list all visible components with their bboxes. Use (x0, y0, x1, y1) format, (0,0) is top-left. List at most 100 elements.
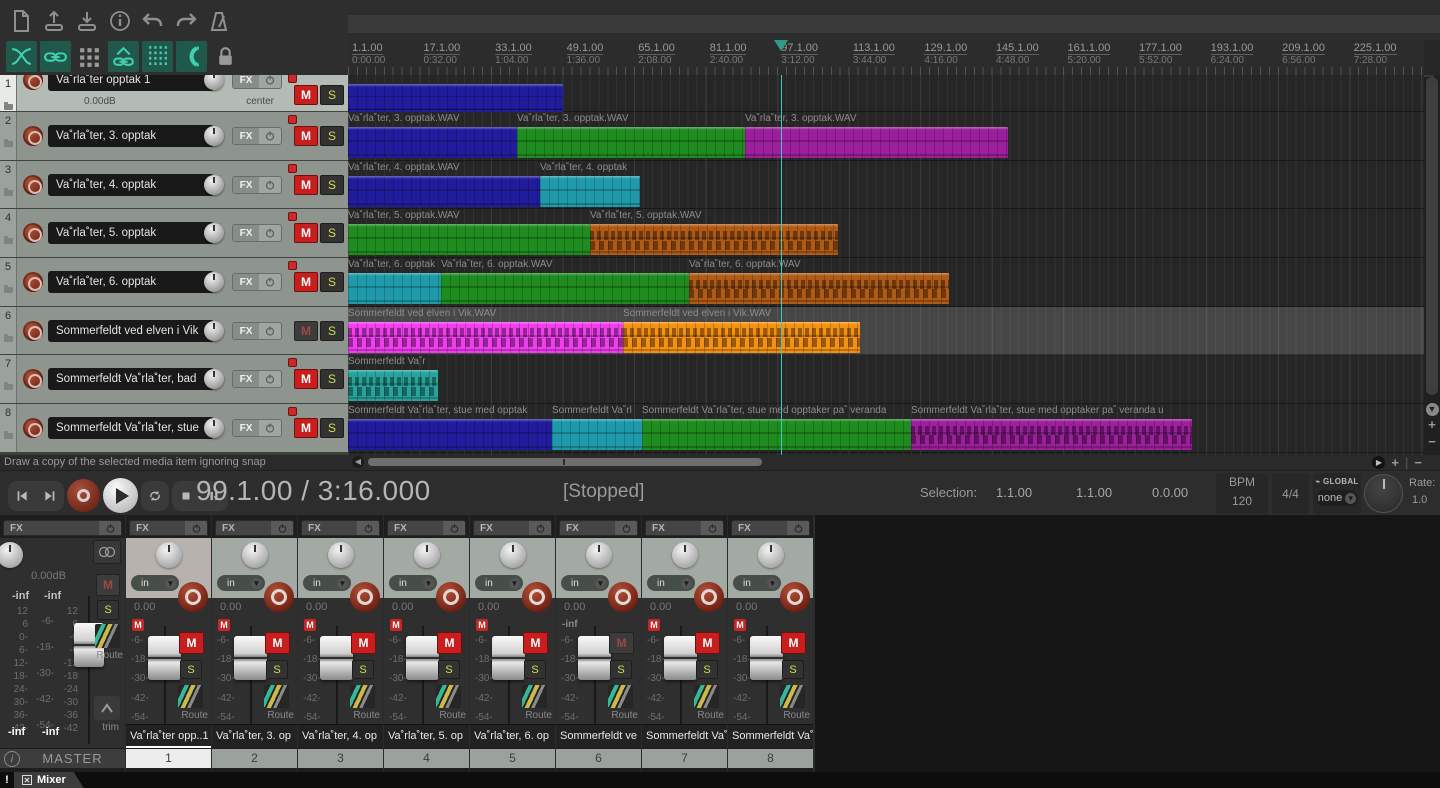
channel-volume-readout[interactable]: 0.00 (650, 601, 671, 613)
save-project-button[interactable] (72, 6, 102, 36)
channel-number[interactable]: 2 (212, 748, 297, 768)
open-project-button[interactable] (39, 6, 69, 36)
channel-fx-bar[interactable]: FX (129, 520, 208, 536)
selection-length-value[interactable]: 0.0.00 (1152, 485, 1188, 500)
channel-number[interactable]: 7 (642, 748, 727, 768)
channel-fx-bar[interactable]: FX (645, 520, 724, 536)
channel-fader-handle[interactable] (406, 636, 439, 680)
channel-mute-button[interactable]: M (265, 632, 290, 654)
channel-mute-button[interactable]: M (781, 632, 806, 654)
media-item[interactable] (348, 370, 438, 401)
channel-volume-readout[interactable]: 0.00 (564, 601, 585, 613)
channel-pan-knob[interactable] (500, 542, 526, 568)
channel-pan-knob[interactable] (156, 542, 182, 568)
track-fx-button[interactable]: FX (233, 75, 259, 88)
channel-record-arm-button[interactable] (522, 582, 552, 612)
track-fx-button[interactable]: FX (233, 128, 259, 144)
track-number-column[interactable]: 5 (0, 258, 17, 306)
selection-start-value[interactable]: 1.1.00 (996, 485, 1032, 500)
mixer-channel-strip[interactable]: FX in▼ 0.00 M -6--18--30--42--54- M S Ro… (642, 515, 727, 772)
track-number-column[interactable]: 3 (0, 161, 17, 209)
channel-fader-handle[interactable] (664, 636, 697, 680)
track-number-column[interactable]: 8 (0, 404, 17, 452)
track-mute-button[interactable]: M (294, 126, 318, 146)
zoom-menu-icon[interactable]: ▶ (1372, 456, 1385, 469)
arrange-view[interactable]: Va˚rla˚ter, 3. opptak.WAVVa˚rla˚ter, 3. … (348, 75, 1424, 455)
track-solo-button[interactable]: S (320, 272, 344, 292)
master-volume-readout[interactable]: 0.00dB (0, 570, 97, 582)
channel-route-icon[interactable] (178, 685, 203, 708)
track-row[interactable]: 1 Va˚rla˚ter opptak 1 FX M S 0.00dB cent… (0, 75, 348, 112)
fx-power-icon[interactable] (259, 225, 281, 241)
channel-number[interactable]: 3 (298, 748, 383, 768)
channel-number[interactable]: 1 (126, 748, 211, 768)
track-mute-button[interactable]: M (294, 418, 318, 438)
channel-mute-button[interactable]: M (523, 632, 548, 654)
top-scrollbar-track[interactable] (348, 15, 1440, 33)
track-mute-button[interactable]: M (294, 175, 318, 195)
channel-name[interactable]: Sommerfeldt Va˚ (642, 724, 727, 748)
mixer-channel-strip[interactable]: FX in▼ 0.00 M -6--18--30--42--54- M S Ro… (212, 515, 297, 772)
global-automation-control[interactable]: ⌁ GLOBAL none▼ (1313, 473, 1361, 514)
fx-power-icon[interactable] (615, 521, 637, 535)
item-grouping-button[interactable] (40, 41, 71, 72)
track-volume-knob[interactable] (204, 175, 224, 195)
folder-icon[interactable] (4, 384, 13, 390)
track-name[interactable]: Va˚rla˚ter, 6. opptak (48, 271, 214, 293)
master-label-row[interactable]: i MASTER (0, 748, 125, 768)
channel-number[interactable]: 5 (470, 748, 555, 768)
record-arm-button[interactable] (23, 369, 43, 389)
track-fx-button[interactable]: FX (233, 420, 259, 436)
fx-power-icon[interactable] (271, 521, 293, 535)
go-to-start-button[interactable] (8, 481, 36, 511)
record-button[interactable] (67, 479, 100, 512)
folder-icon[interactable] (4, 238, 13, 244)
playrate-value[interactable]: 1.0 (1412, 494, 1427, 506)
track-row[interactable]: 2 Va˚rla˚ter, 3. opptak FX M S (0, 112, 348, 161)
track-row[interactable]: 8 Sommerfeldt Va˚rla˚ter, stue FX M S (0, 404, 348, 453)
channel-mute-button[interactable]: M (695, 632, 720, 654)
media-item[interactable] (552, 419, 642, 450)
channel-route-icon[interactable] (780, 685, 805, 708)
channel-name[interactable]: Va˚rla˚ter opp..1 (126, 724, 211, 748)
channel-mute-button[interactable]: M (179, 632, 204, 654)
track-volume-knob[interactable] (204, 126, 224, 146)
channel-fx-bar[interactable]: FX (473, 520, 552, 536)
channel-solo-button[interactable]: S (610, 660, 632, 679)
media-item[interactable] (441, 273, 689, 304)
arrange-lane-track-1[interactable] (348, 75, 1424, 112)
track-volume-knob[interactable] (204, 75, 224, 90)
channel-volume-readout[interactable]: 0.00 (134, 601, 155, 613)
track-name[interactable]: Sommerfeldt Va˚rla˚ter, bad (48, 368, 214, 390)
channel-fader-handle[interactable] (320, 636, 353, 680)
channel-fx-bar[interactable]: FX (301, 520, 380, 536)
channel-record-arm-button[interactable] (780, 582, 810, 612)
arrange-horizontal-scrollbar[interactable] (368, 458, 762, 466)
channel-fx-bar[interactable]: FX (215, 520, 294, 536)
folder-icon[interactable] (4, 190, 13, 196)
channel-record-arm-button[interactable] (178, 582, 208, 612)
channel-solo-button[interactable]: S (352, 660, 374, 679)
channel-name[interactable]: Va˚rla˚ter, 5. op (384, 724, 469, 748)
track-volume-knob[interactable] (204, 321, 224, 341)
channel-name[interactable]: Sommerfeldt ve (556, 724, 641, 748)
bpm-value[interactable]: 120 (1216, 492, 1268, 511)
track-solo-button[interactable]: S (320, 418, 344, 438)
track-pan-value[interactable]: center (246, 96, 274, 107)
fx-power-icon[interactable] (357, 521, 379, 535)
track-solo-button[interactable]: S (320, 321, 344, 341)
track-name[interactable]: Sommerfeldt Va˚rla˚ter, stue (48, 417, 214, 439)
track-row[interactable]: 3 Va˚rla˚ter, 4. opptak FX M S (0, 161, 348, 210)
media-item[interactable] (348, 273, 441, 304)
repeat-button[interactable] (141, 481, 169, 511)
channel-fader-handle[interactable] (148, 636, 181, 680)
folder-icon[interactable] (4, 336, 13, 342)
fx-power-icon[interactable] (259, 323, 281, 339)
media-item[interactable] (348, 322, 623, 353)
record-arm-button[interactable] (23, 418, 43, 438)
vertical-scrollbar-thumb[interactable] (1426, 77, 1438, 395)
channel-route-icon[interactable] (350, 685, 375, 708)
track-row[interactable]: 4 Va˚rla˚ter, 5. opptak FX M S (0, 209, 348, 258)
folder-icon[interactable] (4, 287, 13, 293)
track-volume-knob[interactable] (204, 272, 224, 292)
